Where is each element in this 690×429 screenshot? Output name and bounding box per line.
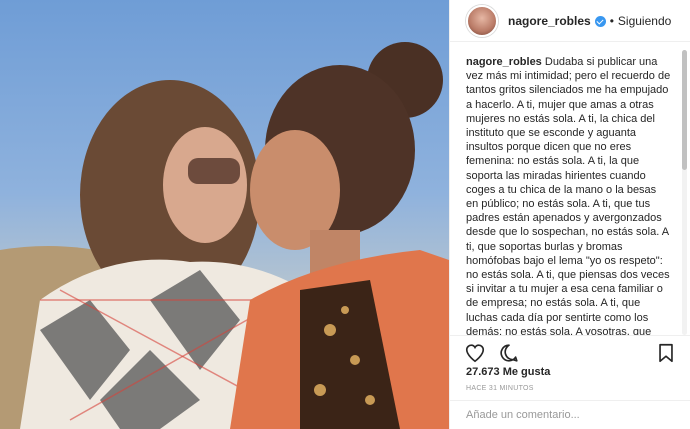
comment-input[interactable] [466,409,675,421]
caption-text: Dudaba si publicar una vez más mi intimi… [466,56,671,335]
avatar[interactable] [466,4,498,37]
verified-badge-icon [594,16,606,27]
post-timestamp: HACE 31 MINUTOS [466,385,534,392]
post-side-panel: nagore_robles • Siguiendo nagore_robles … [449,0,690,429]
couple-photo-illustration [0,42,449,429]
post-actions [450,335,690,365]
header-separator: • [609,13,614,28]
following-button[interactable]: Siguiendo [618,14,671,28]
post-header: nagore_robles • Siguiendo [450,0,690,42]
likes-count[interactable]: 27.673 Me gusta [466,366,550,378]
caption-scrollbar[interactable] [682,50,687,335]
bookmark-icon[interactable] [655,342,677,364]
heart-icon[interactable] [464,342,486,364]
caption-username[interactable]: nagore_robles [466,56,542,68]
comment-icon[interactable] [498,342,520,364]
comment-bar [450,400,690,429]
post-photo[interactable] [0,0,449,429]
post-caption: nagore_robles Dudaba si publicar una vez… [466,55,671,335]
header-username[interactable]: nagore_robles [508,14,591,28]
